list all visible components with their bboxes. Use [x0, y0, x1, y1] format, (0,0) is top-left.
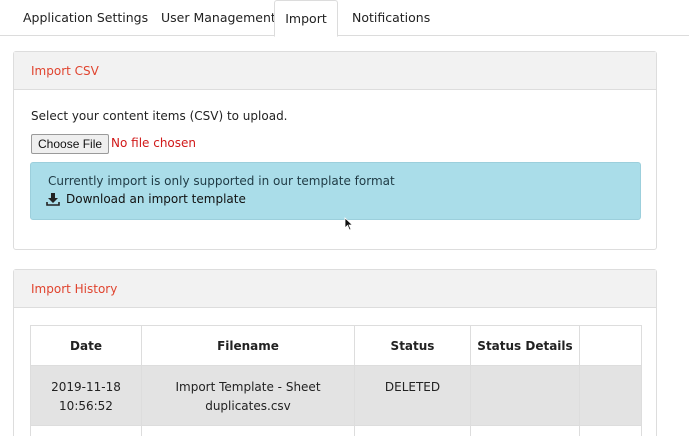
cell-filename: Import Template - Sheet duplicates.csv — [141, 365, 355, 426]
cell-empty — [579, 425, 642, 436]
cell-status: DELETED — [354, 365, 471, 426]
import-csv-title: Import CSV — [31, 64, 99, 78]
filename-line-2: duplicates.csv — [205, 399, 291, 413]
date-value: 2019-11-18 — [51, 380, 121, 394]
cell-empty — [141, 425, 355, 436]
download-template-link[interactable]: Download an import template — [46, 192, 246, 206]
time-value: 10:56:52 — [59, 399, 113, 413]
column-header-status[interactable]: Status — [354, 325, 471, 366]
import-history-heading: Import History — [14, 270, 656, 308]
cell-extra — [579, 365, 642, 426]
column-header-date[interactable]: Date — [30, 325, 142, 366]
table-row[interactable] — [30, 425, 642, 436]
column-header-status-details[interactable]: Status Details — [470, 325, 580, 366]
cell-empty — [30, 425, 142, 436]
import-history-panel: Import History Date Filename Status Stat… — [13, 269, 657, 436]
tab-notifications[interactable]: Notifications — [352, 0, 430, 36]
cell-date: 2019-11-18 10:56:52 — [30, 365, 142, 426]
cell-status-details — [470, 365, 580, 426]
choose-file-button[interactable]: Choose File — [31, 134, 110, 154]
cell-empty — [354, 425, 471, 436]
template-info-text: Currently import is only supported in ou… — [48, 174, 395, 188]
column-header-actions — [579, 325, 642, 366]
template-info-alert: Currently import is only supported in ou… — [30, 162, 641, 220]
settings-tabs: Application Settings User Management Imp… — [0, 0, 689, 37]
tab-application-settings[interactable]: Application Settings — [23, 0, 148, 36]
filename-line-1: Import Template - Sheet — [175, 380, 321, 394]
import-csv-heading: Import CSV — [14, 52, 656, 90]
mouse-pointer-icon — [344, 217, 354, 231]
import-history-title: Import History — [31, 282, 118, 296]
table-row[interactable]: 2019-11-18 10:56:52 Import Template - Sh… — [30, 365, 642, 426]
import-history-table: Date Filename Status Status Details 2019… — [30, 325, 642, 436]
tab-import[interactable]: Import — [274, 0, 338, 37]
column-header-filename[interactable]: Filename — [141, 325, 355, 366]
upload-help-text: Select your content items (CSV) to uploa… — [31, 109, 288, 123]
cell-empty — [470, 425, 580, 436]
download-icon — [46, 193, 60, 206]
download-template-label: Download an import template — [66, 192, 246, 206]
no-file-chosen-text: No file chosen — [111, 136, 197, 150]
tab-user-management[interactable]: User Management — [161, 0, 276, 36]
import-csv-panel: Import CSV Select your content items (CS… — [13, 51, 657, 250]
